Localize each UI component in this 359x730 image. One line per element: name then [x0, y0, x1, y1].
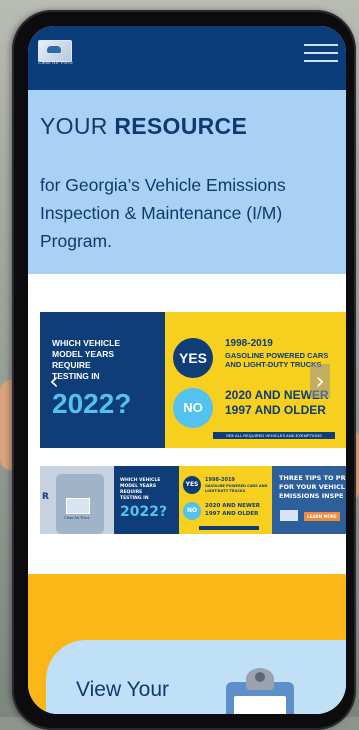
- thumb-tips-line: THREE TIPS TO PR: [279, 474, 346, 482]
- thumb-yes-detail: GASOLINE POWERED CARS AND LIGHT-DUTY TRU…: [205, 484, 268, 493]
- logo-thumbnail-text: Clean Air Force: [64, 515, 90, 520]
- thumbnail-2[interactable]: WHICH VEHICLE MODEL YEARS REQUIRE TESTIN…: [114, 466, 272, 534]
- page-title: YOUR RESOURCE: [40, 113, 247, 140]
- hero-section: YOUR RESOURCE for Georgia’s Vehicle Emis…: [28, 90, 346, 274]
- yes-badge: YES: [173, 338, 213, 378]
- yes-years: 1998-2019: [225, 338, 273, 349]
- clipboard-paper: [234, 696, 286, 714]
- thumb-answer-panel: YES 1998-2019 GASOLINE POWERED CARS AND …: [179, 466, 272, 534]
- site-header: Clean Air Force: [28, 26, 346, 90]
- clean-air-force-logo[interactable]: Clean Air Force: [38, 40, 73, 70]
- thumb-yes-years: 1998-2019: [205, 477, 235, 483]
- car-icon: [47, 46, 61, 53]
- thumb-logo-icon: [280, 510, 298, 521]
- logo-text: Clean Air Force: [38, 61, 73, 66]
- see-all-vehicles-link[interactable]: SEE ALL REQUIRED VEHICLES AND EXEMPTIONS: [213, 432, 335, 439]
- phone-screen: Clean Air Force YOUR RESOURCE for Georgi…: [28, 26, 346, 714]
- thumb-see-all-bar: [199, 526, 259, 530]
- thumb-question-line: TESTING IN: [120, 496, 149, 501]
- thumbnail-3[interactable]: THREE TIPS TO PR FOR YOUR VEHICL EMISSIO…: [272, 466, 346, 534]
- hero-description: for Georgia’s Vehicle Emissions Inspecti…: [40, 175, 286, 251]
- no-years-older: 1997 AND OLDER: [225, 403, 326, 417]
- card-title: View Your: [76, 678, 170, 701]
- thumbnail-1[interactable]: R Clean Air Force: [40, 466, 114, 534]
- title-light: YOUR: [40, 113, 115, 139]
- menu-bar: [304, 60, 338, 62]
- menu-bar: [304, 52, 338, 54]
- carousel-thumbnails: R Clean Air Force WHICH VEHICLE MODEL YE…: [40, 466, 346, 534]
- chevron-right-icon[interactable]: ›: [310, 364, 330, 398]
- thumb-tips-line: FOR YOUR VEHICL: [279, 483, 346, 491]
- clipboard-hole: [255, 672, 265, 682]
- question-line: MODEL YEARS: [52, 349, 115, 359]
- image-carousel[interactable]: WHICH VEHICLE MODEL YEARS REQUIRE TESTIN…: [40, 312, 346, 448]
- clipboard-icon: [218, 662, 310, 714]
- thumb-no-newer: 2020 AND NEWER: [205, 503, 260, 509]
- chevron-left-icon[interactable]: ‹: [44, 364, 64, 398]
- thumb-yes-badge: YES: [183, 476, 201, 494]
- hamburger-menu-icon[interactable]: [304, 44, 338, 62]
- thumb-tips-line: EMISSIONS INSPE: [279, 492, 344, 500]
- no-badge: NO: [173, 388, 213, 428]
- logo-thumbnail-icon: [66, 498, 90, 514]
- thumbnail-letter: R: [42, 492, 49, 502]
- thumb-no-older: 1997 AND OLDER: [205, 511, 259, 517]
- question-line: WHICH VEHICLE: [52, 338, 120, 348]
- thumb-learn-more-button: LEARN MORE: [304, 512, 340, 521]
- thumb-no-badge: NO: [183, 502, 201, 520]
- thumb-question-year: 2022?: [120, 504, 168, 520]
- title-bold: RESOURCE: [114, 113, 248, 139]
- menu-bar: [304, 44, 338, 46]
